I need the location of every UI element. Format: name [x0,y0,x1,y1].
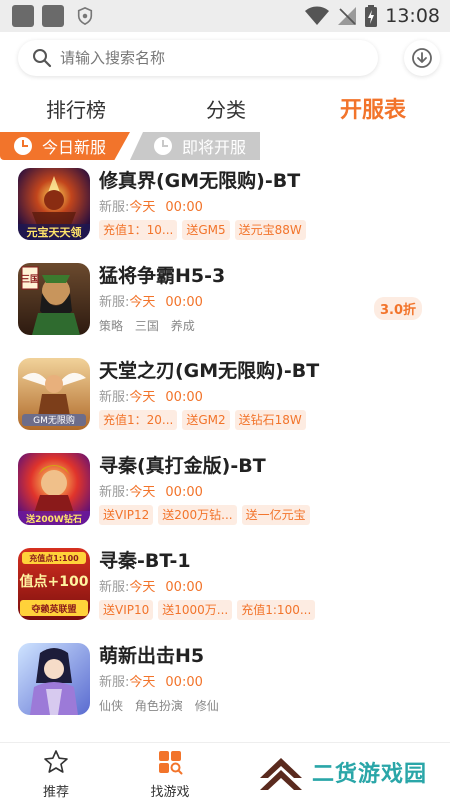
game-title: 天堂之刃(GM无限购)-BT [99,360,320,382]
tag-badge: 送GM5 [182,220,230,240]
search-row [0,32,450,82]
star-icon [44,750,68,773]
discount-badge: 3.0折 [373,297,422,320]
bottom-nav: 推荐 找游戏 二货游戏园 [0,742,450,800]
shield-icon [77,7,93,25]
tag-label: 仙侠 [99,699,124,713]
tag-badge: 送VIP10 [99,600,154,620]
game-icon-art: 元宝天天领 [18,168,90,240]
icon-caption: 夺赖英联盟 [31,603,76,615]
server-time: 新服:今天 00:00 [99,390,203,405]
server-time: 新服:今天 00:00 [99,580,203,595]
tag-badge: 送200万钻... [158,505,237,525]
list-item[interactable]: 送200W钻石 寻秦(真打金版)-BT 新服:今天 00:00 送VIP12 送2… [0,447,450,542]
clock-time: 13:08 [385,5,440,27]
tag-badge: 送VIP12 [99,505,154,525]
notification-icon [42,5,64,27]
game-icon[interactable]: 元宝天天领 [18,168,90,240]
search-box[interactable] [18,40,378,76]
icon-caption: 充值点1:100 [29,553,79,563]
game-icon[interactable] [18,643,90,715]
game-icon-art: 三国 [18,263,90,335]
tag-list: 仙侠 角色扮演 修仙 [99,697,227,714]
server-time: 新服:今天 00:00 [99,295,203,310]
tag-label: 三国 [134,319,159,333]
watermark-text: 二货游戏园 [312,762,428,787]
tag-list: 送VIP10 送1000万... 充值1:100... [99,600,316,620]
tag-badge: 送GM2 [182,410,230,430]
list-item[interactable]: GM无限购 天堂之刃(GM无限购)-BT 新服:今天 00:00 充值1：20..… [0,352,450,447]
tag-list: 送VIP12 送200万钻... 送一亿元宝 [99,505,310,525]
game-icon[interactable]: GM无限购 [18,358,90,430]
game-title: 萌新出击H5 [99,645,205,667]
icon-caption: 送200W钻石 [25,513,82,525]
game-title: 寻秦(真打金版)-BT [99,455,266,477]
tag-badge: 送钻石18W [234,410,306,430]
wifi-icon [305,6,330,25]
search-input[interactable] [60,49,350,67]
game-icon[interactable]: 送200W钻石 [18,453,90,525]
server-time: 新服:今天 00:00 [99,675,203,690]
game-icon-art: 充值点1:100 值点+100 夺赖英联盟 [18,548,90,620]
sub-tabs: 今日新服 即将开服 [0,132,450,162]
clock-icon [14,137,32,155]
tag-list: 策略 三国 养成 [99,317,203,334]
nav-label: 推荐 [42,785,69,800]
server-time: 新服:今天 00:00 [99,200,203,215]
game-title: 修真界(GM无限购)-BT [99,170,301,192]
tag-list: 充值1：20... 送GM2 送钻石18W [99,410,306,430]
search-icon [33,49,52,68]
subtab-upcoming-servers[interactable]: 即将开服 [130,132,260,160]
game-icon[interactable]: 三国 [18,263,90,335]
tag-label: 养成 [170,319,195,333]
subtab-label: 今日新服 [42,138,107,157]
icon-caption: GM无限购 [33,414,75,426]
main-tabs: 排行榜 分类 开服表 [0,82,450,132]
tag-badge: 充值1:100... [237,600,316,620]
tag-label: 策略 [99,319,124,333]
list-item[interactable]: 充值点1:100 值点+100 夺赖英联盟 寻秦-BT-1 新服:今天 00:00… [0,542,450,637]
nav-recommend[interactable]: 推荐 [26,749,86,800]
game-grid-icon [159,751,183,775]
subtab-label: 即将开服 [182,138,247,157]
game-icon[interactable]: 充值点1:100 值点+100 夺赖英联盟 [18,548,90,620]
nav-label: 找游戏 [150,785,190,800]
game-icon-art: 送200W钻石 [18,453,90,525]
icon-caption: 元宝天天领 [27,225,82,239]
tab-ranking[interactable]: 排行榜 [46,94,106,123]
status-bar: 13:08 [0,0,450,32]
game-title: 猛将争霸H5-3 [99,265,226,287]
watermark-chevron-icon [260,758,302,790]
tag-badge: 送1000万... [158,600,233,620]
no-signal-icon [338,7,357,25]
game-title: 寻秦-BT-1 [99,550,191,572]
game-icon-art: GM无限购 [18,358,90,430]
tab-server-schedule[interactable]: 开服表 [340,92,406,124]
clock-icon [154,137,172,155]
tag-badge: 送一亿元宝 [241,505,310,525]
server-time: 新服:今天 00:00 [99,485,203,500]
tag-badge: 充值1：20... [99,410,178,430]
list-item[interactable]: 三国 猛将争霸H5-3 新服:今天 00:00 策略 三国 养成 3.0折 [0,257,450,352]
notification-icon [12,5,34,27]
game-icon-art [18,643,90,715]
icon-caption: 三国 [21,274,39,285]
list-item[interactable]: 元宝天天领 修真界(GM无限购)-BT 新服:今天 00:00 充值1：10...… [0,162,450,257]
tag-label: 修仙 [194,699,219,713]
nav-find-games[interactable]: 找游戏 [140,749,200,800]
tag-list: 充值1：10... 送GM5 送元宝88W [99,220,306,240]
icon-caption: 值点+100 [20,573,89,590]
tab-category[interactable]: 分类 [206,94,246,123]
list-item[interactable]: 萌新出击H5 新服:今天 00:00 仙侠 角色扮演 修仙 [0,637,450,732]
tag-label: 角色扮演 [134,699,183,713]
battery-icon [365,5,378,27]
download-button[interactable] [404,40,440,76]
subtab-today-new-servers[interactable]: 今日新服 [0,132,130,160]
tag-badge: 充值1：10... [99,220,178,240]
watermark-logo: 二货游戏园 [258,747,427,797]
download-icon [412,48,432,68]
tag-badge: 送元宝88W [234,220,306,240]
